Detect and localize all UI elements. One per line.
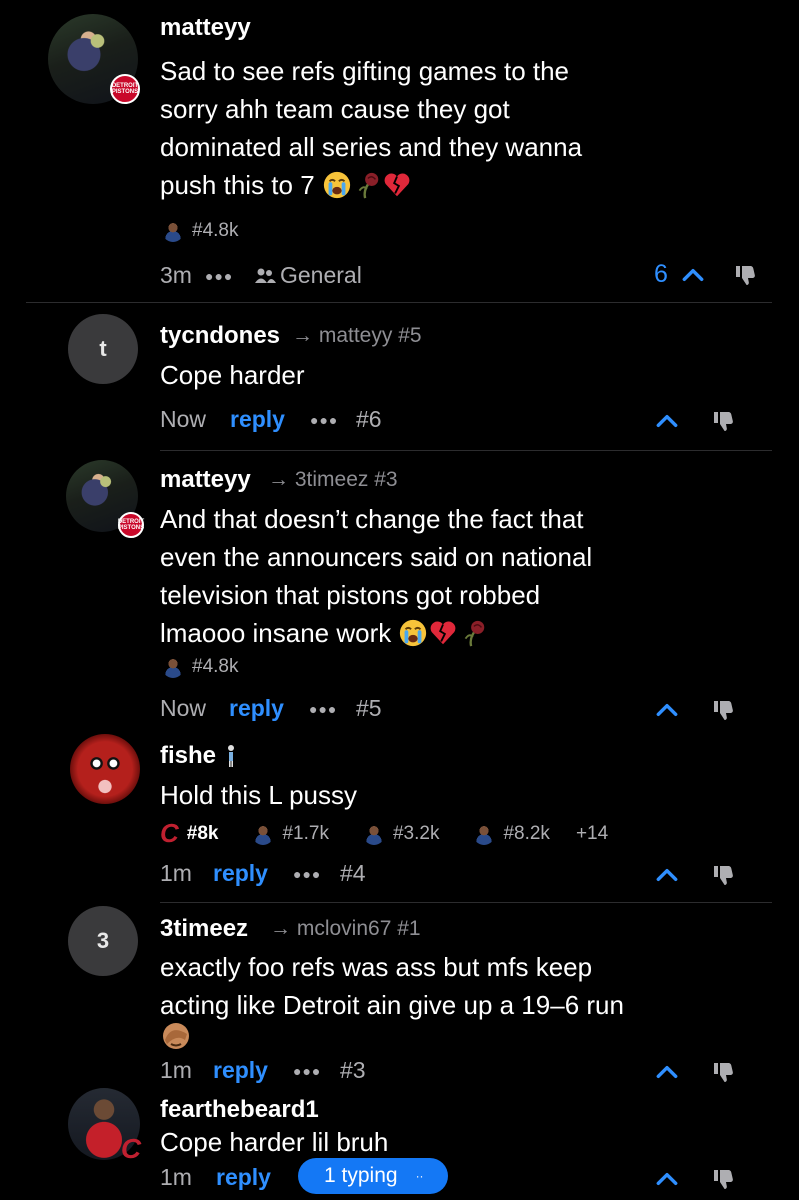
player-figure-icon	[228, 745, 235, 767]
comment-body: And that doesn’t change the fact that ev…	[160, 504, 593, 648]
comment-username[interactable]: matteyy	[160, 466, 251, 494]
more-dots-icon[interactable]: ●●●	[293, 1063, 321, 1079]
upvote-chevron-icon[interactable]	[654, 862, 680, 888]
comment-time: 3m	[160, 262, 192, 288]
flair-avatar-icon	[162, 220, 184, 242]
comment-number: #3	[340, 1057, 366, 1083]
downvote-thumb-icon[interactable]	[711, 408, 735, 432]
comment-body: Cope harder	[160, 360, 305, 390]
upvote-chevron-icon[interactable]	[654, 1166, 680, 1192]
typing-indicator[interactable]: 1 typing ··	[298, 1158, 448, 1194]
comment-body: Hold this L pussy	[160, 780, 358, 810]
comment-username[interactable]: 3timeez	[160, 915, 248, 943]
thread-divider	[160, 450, 772, 451]
downvote-thumb-icon[interactable]	[711, 1059, 735, 1083]
user-flair: #4.8k	[162, 656, 238, 678]
wilted-rose-emoji	[352, 170, 382, 200]
team-badge-icon: DETROIT PISTONS	[110, 74, 140, 104]
group-icon	[255, 268, 276, 283]
comment-time: 1m	[160, 1057, 192, 1083]
loudly-crying-emoji	[398, 618, 428, 648]
broken-heart-emoji	[382, 170, 412, 200]
comment-username[interactable]: matteyy	[160, 14, 251, 42]
comment-time: Now	[160, 695, 207, 721]
upvote-chevron-icon[interactable]	[654, 408, 680, 434]
reply-to-label[interactable]: → mclovin67 #1	[270, 917, 421, 941]
user-flair: #4.8k	[162, 220, 238, 242]
comment-username[interactable]: tycndones	[160, 322, 280, 350]
team-badge-icon: DETROIT PISTONS	[118, 512, 144, 538]
reply-button[interactable]: reply	[229, 695, 284, 722]
facepalm-emoji	[160, 1020, 192, 1052]
reply-button[interactable]: reply	[216, 1164, 271, 1191]
channel-tag[interactable]: General	[254, 262, 362, 289]
wilted-rose-emoji	[458, 618, 488, 648]
reply-button[interactable]: reply	[213, 1057, 268, 1084]
avatar[interactable]: 3	[68, 906, 138, 976]
reply-to-label[interactable]: → 3timeez #3	[268, 468, 398, 492]
comment-body: Cope harder lil bruh	[160, 1127, 389, 1157]
upvote-chevron-icon[interactable]	[654, 1059, 680, 1085]
comment-body: exactly foo refs was ass but mfs keep ac…	[160, 952, 624, 1020]
cavaliers-logo-icon: C	[160, 818, 179, 848]
avatar[interactable]: t	[68, 314, 138, 384]
flair-avatar-icon	[162, 656, 184, 678]
thread-divider	[26, 302, 772, 303]
downvote-thumb-icon[interactable]	[711, 862, 735, 886]
more-dots-icon[interactable]: ●●●	[293, 866, 321, 882]
thread-divider	[160, 902, 772, 903]
reply-arrow-icon: →	[268, 468, 295, 491]
downvote-thumb-icon[interactable]	[733, 262, 757, 286]
more-dots-icon[interactable]: ●●●	[309, 701, 337, 717]
reply-to-label[interactable]: → matteyy #5	[292, 324, 422, 348]
comment-time: Now	[160, 406, 207, 432]
upvote-chevron-icon[interactable]	[654, 697, 680, 723]
flair-avatar-icon	[473, 822, 496, 845]
comment-body: Sad to see refs gifting games to the sor…	[160, 56, 583, 200]
comment-number: #6	[356, 406, 382, 432]
typing-dots-icon: ··	[415, 1169, 424, 1183]
vote-score: 6	[654, 260, 668, 288]
comment-time: 1m	[160, 1164, 192, 1190]
more-dots-icon[interactable]: ●●●	[310, 412, 338, 428]
more-dots-icon[interactable]: ●●●	[205, 268, 233, 284]
comment-username[interactable]: fishe	[160, 742, 238, 770]
comment-number: #5	[356, 695, 382, 721]
reply-button[interactable]: reply	[213, 860, 268, 887]
flair-avatar-icon	[252, 822, 275, 845]
reply-arrow-icon: →	[292, 324, 319, 347]
comment-username[interactable]: fearthebeard1	[160, 1096, 319, 1124]
downvote-thumb-icon[interactable]	[711, 697, 735, 721]
comment-time: 1m	[160, 860, 192, 886]
broken-heart-emoji	[428, 618, 458, 648]
avatar[interactable]	[70, 734, 140, 804]
loudly-crying-emoji	[322, 170, 352, 200]
reply-button[interactable]: reply	[230, 406, 285, 433]
user-flairs: C #8k #1.7k #3.2k #8.2k +14	[160, 818, 609, 848]
flair-avatar-icon	[362, 822, 385, 845]
reply-arrow-icon: →	[270, 917, 297, 940]
upvote-chevron-icon[interactable]	[680, 262, 706, 288]
downvote-thumb-icon[interactable]	[711, 1166, 735, 1190]
cavaliers-logo-icon: C	[120, 1133, 142, 1164]
comment-number: #4	[340, 860, 366, 886]
